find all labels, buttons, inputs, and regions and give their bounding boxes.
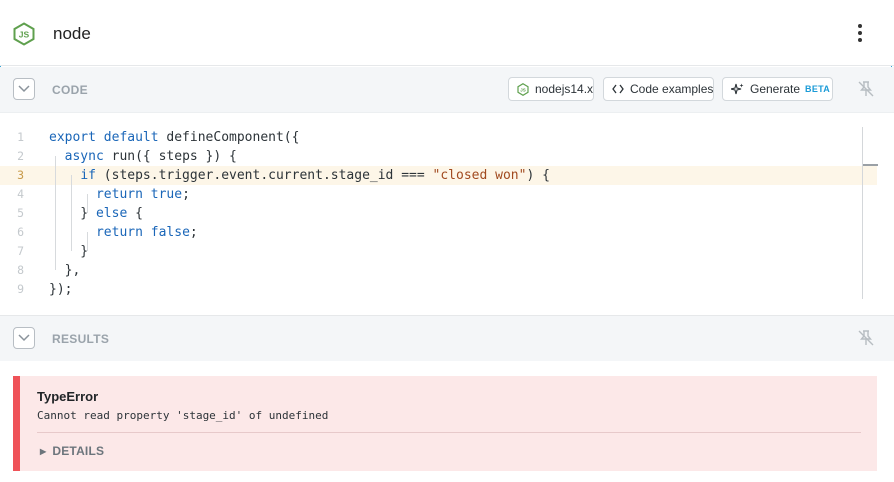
code-brackets-icon <box>612 84 624 94</box>
indent-guide <box>87 194 88 213</box>
code-text: }, <box>49 261 81 280</box>
line-number: 4 <box>17 187 24 201</box>
results-section-label: RESULTS <box>52 332 110 346</box>
code-section-label: CODE <box>52 83 88 97</box>
results-panel: TypeError Cannot read property 'stage_id… <box>0 361 894 482</box>
code-token: ; <box>182 187 190 202</box>
code-text: if (steps.trigger.event.current.stage_id… <box>49 166 550 185</box>
chevron-down-icon <box>18 334 30 342</box>
code-keyword: else <box>95 206 128 221</box>
code-keyword: return <box>95 225 143 240</box>
line-number: 5 <box>17 206 24 220</box>
code-token: }); <box>49 282 73 297</box>
step-title: node <box>53 24 91 43</box>
error-message: Cannot read property 'stage_id' of undef… <box>37 409 329 422</box>
code-line[interactable]: 4 return true; <box>0 185 877 204</box>
code-section-bar: CODE JS nodejs14.x Code examples Generat… <box>0 67 894 113</box>
generate-label: Generate <box>750 82 801 96</box>
line-number: 8 <box>17 263 24 277</box>
svg-text:JS: JS <box>19 30 30 40</box>
code-collapse-toggle[interactable] <box>13 78 35 100</box>
line-number: 7 <box>17 244 24 258</box>
kebab-menu-icon[interactable] <box>852 24 868 44</box>
code-line[interactable]: 3 if (steps.trigger.event.current.stage_… <box>0 166 877 185</box>
indent-guide <box>71 175 72 251</box>
code-line[interactable]: 9}); <box>0 280 877 299</box>
code-token: (steps.trigger.event.current.stage_id ==… <box>95 168 433 183</box>
code-examples-label: Code examples <box>630 82 714 96</box>
code-text: } else { <box>49 204 143 223</box>
code-line[interactable]: 1 export default defineComponent({ <box>0 128 877 147</box>
code-keyword: if <box>80 168 96 183</box>
line-number: 3 <box>17 168 24 182</box>
code-line[interactable]: 7 } <box>0 242 877 261</box>
code-line[interactable]: 6 return false; <box>0 223 877 242</box>
sparkle-icon <box>731 83 744 96</box>
code-text: export default defineComponent({ <box>49 128 299 147</box>
error-alert: TypeError Cannot read property 'stage_id… <box>13 376 877 471</box>
svg-text:JS: JS <box>520 87 526 92</box>
pin-off-icon[interactable] <box>857 80 875 98</box>
code-string: "closed won" <box>432 168 527 183</box>
code-text: }); <box>49 280 72 299</box>
code-token: ; <box>189 225 198 240</box>
results-collapse-toggle[interactable] <box>13 327 35 349</box>
nodejs-icon: JS <box>517 82 529 96</box>
pin-off-icon[interactable] <box>857 329 875 347</box>
line-number: 2 <box>17 149 24 163</box>
line-number: 9 <box>17 282 24 296</box>
runtime-label: nodejs14.x <box>535 82 594 96</box>
code-keyword: false <box>150 225 190 240</box>
code-line[interactable]: 8 }, <box>0 261 877 280</box>
caret-right-icon: ▶ <box>40 447 47 456</box>
line-number: 6 <box>17 225 24 239</box>
code-keyword: true <box>150 187 183 202</box>
beta-badge: BETA <box>805 84 831 94</box>
chevron-down-icon <box>18 85 30 93</box>
results-section-bar: RESULTS <box>0 315 894 361</box>
code-keyword: export default <box>49 130 159 145</box>
indent-guide <box>87 232 88 251</box>
code-token: defineComponent({ <box>158 130 300 145</box>
editor-scrollbar[interactable] <box>862 127 878 299</box>
line-number: 1 <box>17 130 24 144</box>
code-token: }, <box>49 263 81 278</box>
code-token: { <box>127 206 143 221</box>
indent-guide <box>55 156 56 270</box>
error-title: TypeError <box>37 389 99 404</box>
details-toggle[interactable]: ▶ DETAILS <box>40 444 104 458</box>
step-header: JS node <box>0 0 894 66</box>
details-label: DETAILS <box>52 444 105 458</box>
code-text: async run({ steps }) { <box>49 147 237 166</box>
code-line[interactable]: 2 async run({ steps }) { <box>0 147 877 166</box>
code-token: run({ steps }) { <box>103 149 237 164</box>
code-token: } <box>49 206 96 221</box>
code-keyword: return <box>95 187 143 202</box>
generate-button[interactable]: Generate BETA <box>722 77 833 101</box>
code-line[interactable]: 5 } else { <box>0 204 877 223</box>
code-examples-button[interactable]: Code examples <box>603 77 714 101</box>
runtime-button[interactable]: JS nodejs14.x <box>508 77 594 101</box>
divider <box>37 432 861 433</box>
code-editor[interactable]: 1 export default defineComponent({2 async… <box>0 113 894 315</box>
code-token: ) { <box>526 168 550 183</box>
scrollbar-marker <box>863 164 878 166</box>
code-keyword: async <box>64 149 104 164</box>
nodejs-icon: JS <box>13 22 35 46</box>
